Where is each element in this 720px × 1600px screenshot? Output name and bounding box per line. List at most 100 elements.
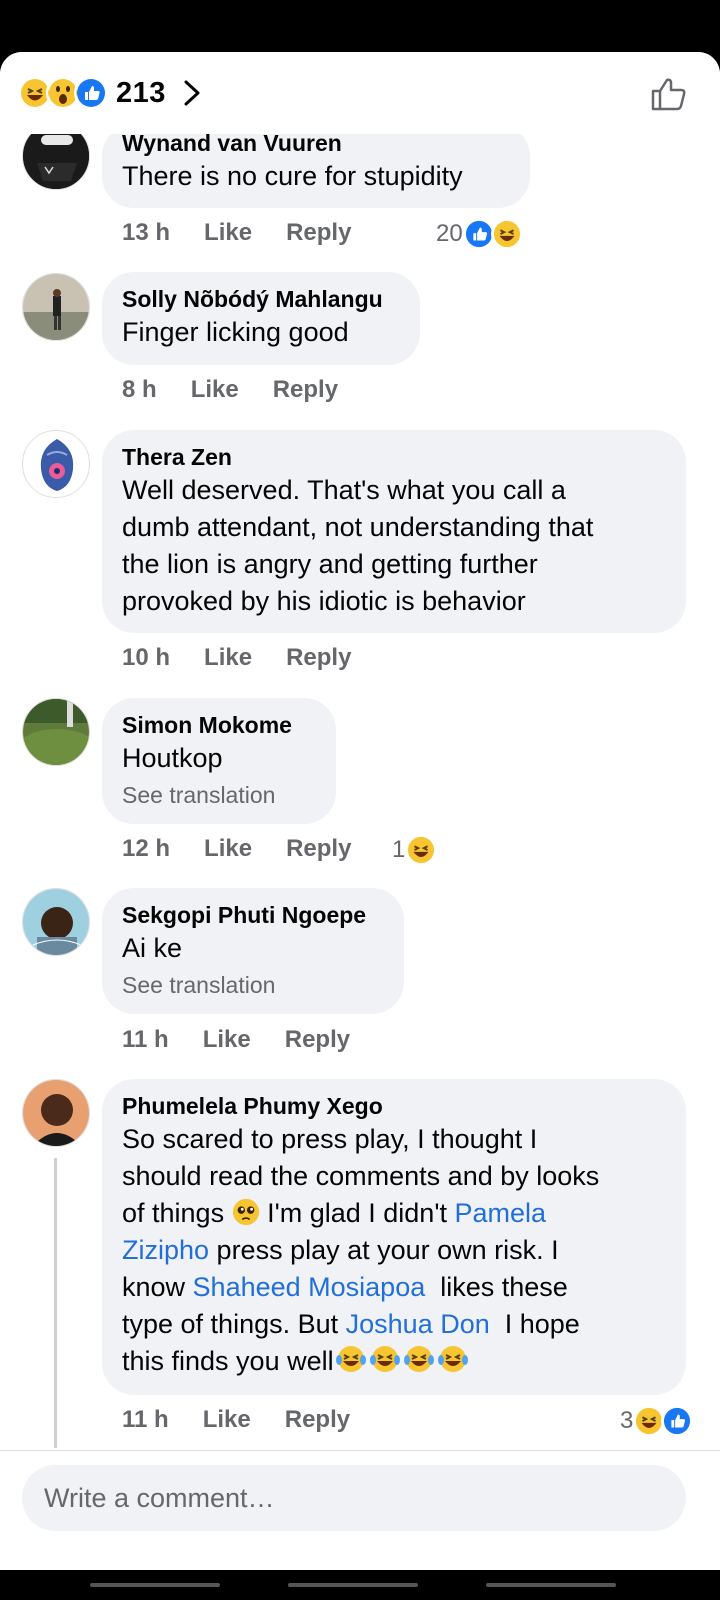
comment-composer bbox=[0, 1450, 720, 1570]
pleading-face-emoji-icon bbox=[232, 1198, 259, 1226]
text-fragment: type of things. But bbox=[122, 1309, 346, 1339]
reply-button[interactable]: Reply bbox=[286, 219, 351, 247]
reaction-count: 213 bbox=[116, 76, 166, 109]
rofl-emoji-icon bbox=[369, 1346, 400, 1372]
comment-text: Houtkop bbox=[122, 743, 223, 773]
comment-text: Finger licking good bbox=[122, 317, 349, 347]
comment-text-line: the lion is angry and getting further bbox=[122, 549, 538, 579]
system-navigation-bar bbox=[0, 1570, 720, 1600]
reaction-count: 20 bbox=[436, 220, 463, 247]
comment-author[interactable]: Simon Mokome bbox=[122, 710, 316, 740]
comment-text-line: know Shaheed Mosiapoa likes these bbox=[122, 1269, 666, 1306]
chevron-right-icon[interactable] bbox=[184, 80, 200, 106]
comment-text-line: So scared to press play, I thought I bbox=[122, 1124, 538, 1154]
text-fragment: I hope bbox=[489, 1309, 580, 1339]
like-reaction-icon bbox=[462, 218, 495, 250]
comment-time: 13 h bbox=[122, 219, 171, 246]
thumbs-up-outline-icon[interactable] bbox=[650, 76, 688, 117]
haha-reaction-icon bbox=[405, 834, 438, 866]
avatar[interactable] bbox=[22, 273, 90, 341]
like-reaction-icon bbox=[661, 1405, 694, 1437]
comment-time: 10 h bbox=[122, 644, 171, 671]
nav-gesture-bar[interactable] bbox=[486, 1583, 616, 1587]
comment-text: Ai ke bbox=[122, 933, 183, 963]
reply-button[interactable]: Reply bbox=[273, 376, 338, 404]
like-button[interactable]: Like bbox=[203, 1406, 251, 1434]
comment-bubble: Solly Nõbódý Mahlangu Finger licking goo… bbox=[102, 272, 420, 365]
comment-actions: 8 h Like Reply bbox=[122, 376, 372, 404]
comment-text-line: dumb attendant, not understanding that bbox=[122, 512, 594, 542]
mention-link[interactable]: Joshua Don bbox=[346, 1309, 490, 1339]
comment-reactions[interactable]: 1 bbox=[392, 834, 438, 866]
like-button[interactable]: Like bbox=[204, 835, 252, 863]
comment-author[interactable]: Phumelela Phumy Xego bbox=[122, 1091, 666, 1121]
comment-author[interactable]: Solly Nõbódý Mahlangu bbox=[122, 284, 400, 314]
comment-text: There is no cure for stupidity bbox=[122, 161, 463, 191]
nav-gesture-bar[interactable] bbox=[288, 1583, 418, 1587]
comment-text-line: of things I'm glad I didn't Pamela bbox=[122, 1195, 666, 1232]
comment-text-line: should read the comments and by looks bbox=[122, 1161, 600, 1191]
avatar[interactable] bbox=[22, 1079, 90, 1147]
comment-bubble: Thera Zen Well deserved. That's what you… bbox=[102, 430, 686, 633]
comment-actions: 10 h Like Reply bbox=[122, 644, 385, 672]
comments-sheet: 213 Wynand van Vuuren There is no cure f… bbox=[0, 52, 720, 1570]
text-fragment: press play at your own risk. I bbox=[209, 1235, 559, 1265]
comment-text-line: this finds you well bbox=[122, 1343, 666, 1380]
comment-text: Well deserved. That's what you call a du… bbox=[122, 472, 666, 620]
text-fragment: of things bbox=[122, 1198, 232, 1228]
like-button[interactable]: Like bbox=[191, 376, 239, 404]
avatar[interactable] bbox=[22, 888, 90, 956]
reactions-header: 213 bbox=[0, 52, 720, 134]
mention-link[interactable]: Shaheed Mosiapoa bbox=[193, 1272, 426, 1302]
comment-bubble: Wynand van Vuuren There is no cure for s… bbox=[102, 124, 530, 208]
text-fragment: I'm glad I didn't bbox=[259, 1198, 455, 1228]
laughing-tears-emoji-group bbox=[334, 1344, 470, 1374]
comment-time: 11 h bbox=[122, 1406, 169, 1433]
mention-link[interactable]: Zizipho bbox=[122, 1235, 209, 1265]
comment-actions: 13 h Like Reply bbox=[122, 219, 385, 247]
comment-time: 11 h bbox=[122, 1026, 169, 1053]
mention-link[interactable]: Pamela bbox=[454, 1198, 546, 1228]
comment-input[interactable] bbox=[22, 1465, 686, 1531]
comment-text: So scared to press play, I thought I sho… bbox=[122, 1121, 666, 1380]
comment-bubble: Phumelela Phumy Xego So scared to press … bbox=[102, 1079, 686, 1395]
comment-reactions[interactable]: 3 bbox=[620, 1405, 694, 1437]
rofl-emoji-icon bbox=[335, 1346, 366, 1372]
like-button[interactable]: Like bbox=[203, 1026, 251, 1054]
reply-thread-line bbox=[54, 1158, 57, 1448]
see-translation-link[interactable]: See translation bbox=[122, 779, 316, 811]
reply-button[interactable]: Reply bbox=[286, 644, 351, 672]
comment-text-line: type of things. But Joshua Don I hope bbox=[122, 1306, 666, 1343]
like-reaction-icon bbox=[74, 76, 108, 110]
comment-author[interactable]: Sekgopi Phuti Ngoepe bbox=[122, 900, 384, 930]
avatar[interactable] bbox=[22, 430, 90, 498]
comment-text-line: provoked by his idiotic is behavior bbox=[122, 586, 526, 616]
like-button[interactable]: Like bbox=[204, 644, 252, 672]
avatar[interactable] bbox=[22, 698, 90, 766]
comment-author[interactable]: Thera Zen bbox=[122, 442, 666, 472]
comment-reactions[interactable]: 20 bbox=[436, 218, 523, 250]
comment-bubble: Simon Mokome Houtkop See translation bbox=[102, 698, 336, 824]
see-translation-link[interactable]: See translation bbox=[122, 969, 384, 1001]
comment-time: 12 h bbox=[122, 835, 171, 862]
text-fragment: likes these bbox=[425, 1272, 568, 1302]
reaction-count: 1 bbox=[392, 836, 406, 863]
like-button[interactable]: Like bbox=[204, 219, 252, 247]
reply-button[interactable]: Reply bbox=[286, 835, 351, 863]
haha-reaction-icon bbox=[490, 218, 523, 250]
text-fragment: know bbox=[122, 1272, 193, 1302]
reactions-summary[interactable]: 213 bbox=[18, 76, 200, 110]
reply-button[interactable]: Reply bbox=[285, 1406, 350, 1434]
reply-button[interactable]: Reply bbox=[285, 1026, 350, 1054]
comment-bubble: Sekgopi Phuti Ngoepe Ai ke See translati… bbox=[102, 888, 404, 1014]
comment-actions: 12 h Like Reply bbox=[122, 835, 385, 863]
rofl-emoji-icon bbox=[437, 1346, 468, 1372]
comment-time: 8 h bbox=[122, 376, 157, 403]
comment-actions: 11 h Like Reply bbox=[122, 1026, 384, 1054]
nav-gesture-bar[interactable] bbox=[90, 1583, 220, 1587]
reaction-count: 3 bbox=[620, 1407, 634, 1434]
text-fragment: this finds you well bbox=[122, 1346, 334, 1376]
comment-text-line: Well deserved. That's what you call a bbox=[122, 475, 566, 505]
rofl-emoji-icon bbox=[403, 1346, 434, 1372]
comment-text-line: Zizipho press play at your own risk. I bbox=[122, 1232, 666, 1269]
